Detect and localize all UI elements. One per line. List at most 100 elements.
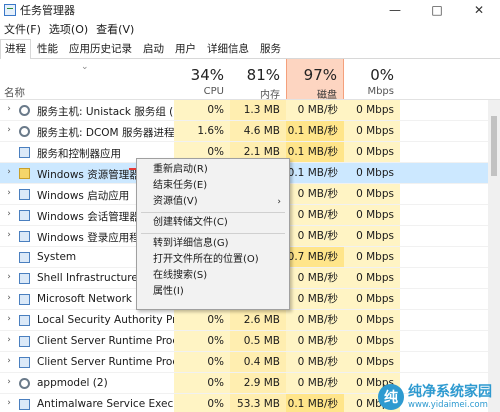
task-manager-icon <box>4 4 16 16</box>
context-menu-item[interactable]: 重新启动(R) <box>137 162 289 178</box>
column-cpu[interactable]: 34% CPU <box>174 59 230 99</box>
expand-chevron-icon[interactable]: › <box>4 356 14 366</box>
tab-details[interactable]: 详细信息 <box>202 40 254 58</box>
context-menu-item[interactable]: 属性(I) <box>137 284 289 300</box>
context-menu-label: 创建转储文件(C) <box>153 217 228 228</box>
window-icon <box>19 357 30 368</box>
cell-cpu: 1.6% <box>174 121 230 141</box>
expand-chevron-icon[interactable]: › <box>4 398 14 408</box>
expand-chevron-icon[interactable]: › <box>4 314 14 324</box>
column-disk[interactable]: 97% 磁盘 <box>286 59 344 101</box>
expand-chevron-icon[interactable]: › <box>4 125 14 135</box>
process-name: Microsoft Network R <box>37 293 143 305</box>
cell-mem: 0.4 MB <box>230 352 286 372</box>
process-name: Local Security Authority Pr... <box>37 314 186 326</box>
process-row[interactable]: › Client Server Runtime Process 0% 0.4 MB 0 … <box>0 352 488 373</box>
close-button[interactable]: ✕ <box>458 0 500 20</box>
cell-disk: 0.1 MB/秒 <box>286 121 344 141</box>
cell-mem: 0.5 MB <box>230 331 286 351</box>
menu-options[interactable]: 选项(O) <box>45 21 92 37</box>
expand-chevron-icon[interactable]: › <box>4 335 14 345</box>
process-name: 服务和控制器应用 <box>37 148 121 160</box>
window-icon <box>19 294 30 305</box>
title-bar: 任务管理器 — □ ✕ <box>0 0 500 20</box>
menu-file[interactable]: 文件(F) <box>0 21 45 37</box>
menu-view[interactable]: 查看(V) <box>92 21 138 37</box>
menu-separator <box>141 233 285 234</box>
vertical-scrollbar[interactable] <box>488 100 500 412</box>
context-menu-item[interactable]: 结束任务(E) <box>137 178 289 194</box>
cell-disk: 0 MB/秒 <box>286 268 344 288</box>
cell-net: 0 Mbps <box>344 352 400 372</box>
context-menu-label: 属性(I) <box>153 286 184 297</box>
gear-icon <box>19 126 30 137</box>
context-menu-label: 资源值(V) <box>153 196 198 207</box>
tab-users[interactable]: 用户 <box>170 40 201 58</box>
cell-mem: 2.9 MB <box>230 373 286 393</box>
expand-chevron-icon[interactable]: › <box>4 293 14 303</box>
expand-chevron-icon[interactable]: › <box>4 167 14 177</box>
context-menu-item[interactable]: 创建转储文件(C) <box>137 215 289 231</box>
watermark-logo: 纯 <box>378 384 404 410</box>
context-menu-item[interactable]: 打开文件所在的位置(O) <box>137 252 289 268</box>
column-name[interactable]: 名称 <box>4 85 25 100</box>
process-name: Shell Infrastructure H <box>37 272 150 284</box>
disk-label: 磁盘 <box>317 90 337 101</box>
column-memory[interactable]: 81% 内存 <box>230 59 286 101</box>
memory-label: 内存 <box>260 90 280 101</box>
expand-chevron-icon[interactable]: › <box>4 209 14 219</box>
cell-net: 0 Mbps <box>344 205 400 225</box>
expand-chevron-icon[interactable]: › <box>4 377 14 387</box>
window-controls: — □ ✕ <box>374 0 500 20</box>
tab-services[interactable]: 服务 <box>255 40 286 58</box>
tab-bar: 进程 性能 应用历史记录 启动 用户 详细信息 服务 <box>0 38 500 59</box>
cell-disk: 0.1 MB/秒 <box>286 394 344 412</box>
cell-net: 0 Mbps <box>344 247 400 267</box>
tab-startup[interactable]: 启动 <box>138 40 169 58</box>
cell-cpu: 0% <box>174 331 230 351</box>
process-name: Windows 启动应用 <box>37 190 130 202</box>
minimize-button[interactable]: — <box>374 0 416 20</box>
cell-net: 0 Mbps <box>344 310 400 330</box>
process-row[interactable]: › 服务主机: DCOM 服务器进程... 1.6% 4.6 MB 0.1 MB/秒 0 … <box>0 121 488 142</box>
cell-net: 0 Mbps <box>344 331 400 351</box>
process-name: Windows 会话管理器 <box>37 211 140 223</box>
cell-disk: 0 MB/秒 <box>286 100 344 120</box>
context-menu: 重新启动(R) 结束任务(E) 资源值(V) › 创建转储文件(C) 转到详细信息(G) 打… <box>136 158 290 310</box>
process-name: Client Server Runtime Process <box>37 335 196 347</box>
network-percent: 0% <box>370 66 394 84</box>
expand-chevron-icon[interactable]: › <box>4 188 14 198</box>
gear-icon <box>19 378 30 389</box>
scrollbar-thumb[interactable] <box>491 116 497 176</box>
cell-net: 0 Mbps <box>344 142 400 162</box>
tab-performance[interactable]: 性能 <box>32 40 63 58</box>
context-menu-item[interactable]: 资源值(V) › <box>137 194 289 210</box>
cell-cpu: 0% <box>174 100 230 120</box>
gear-icon <box>19 105 30 116</box>
expand-chevron-icon[interactable]: › <box>4 272 14 282</box>
context-menu-item[interactable]: 转到详细信息(G) <box>137 236 289 252</box>
folder-icon <box>19 168 30 179</box>
cell-mem: 53.3 MB <box>230 394 286 412</box>
tab-app-history[interactable]: 应用历史记录 <box>64 40 137 58</box>
menu-bar: 文件(F) 选项(O) 查看(V) <box>0 20 500 38</box>
cell-net: 0 Mbps <box>344 289 400 309</box>
column-network[interactable]: 0% Mbps <box>344 59 400 99</box>
cell-mem: 4.6 MB <box>230 121 286 141</box>
context-menu-label: 转到详细信息(G) <box>153 238 229 249</box>
tab-processes[interactable]: 进程 <box>0 39 31 59</box>
cell-disk: 0 MB/秒 <box>286 373 344 393</box>
process-row[interactable]: › 服务主机: Unistack 服务组 (2) 0% 1.3 MB 0 MB/秒 0 M… <box>0 100 488 121</box>
process-row[interactable]: › Local Security Authority Pr... 0% 2.6 MB 0… <box>0 310 488 331</box>
cell-cpu: 0% <box>174 394 230 412</box>
maximize-button[interactable]: □ <box>416 0 458 20</box>
context-menu-item[interactable]: 在线搜索(S) <box>137 268 289 284</box>
expand-chevron-icon[interactable]: › <box>4 230 14 240</box>
expand-chevron-icon[interactable]: › <box>4 104 14 114</box>
context-menu-label: 打开文件所在的位置(O) <box>153 254 259 265</box>
window-icon <box>19 189 30 200</box>
memory-percent: 81% <box>246 66 280 84</box>
sort-chevron-icon[interactable]: ⌄ <box>81 62 89 72</box>
cell-net: 0 Mbps <box>344 121 400 141</box>
process-row[interactable]: › Client Server Runtime Process 0% 0.5 MB 0 … <box>0 331 488 352</box>
